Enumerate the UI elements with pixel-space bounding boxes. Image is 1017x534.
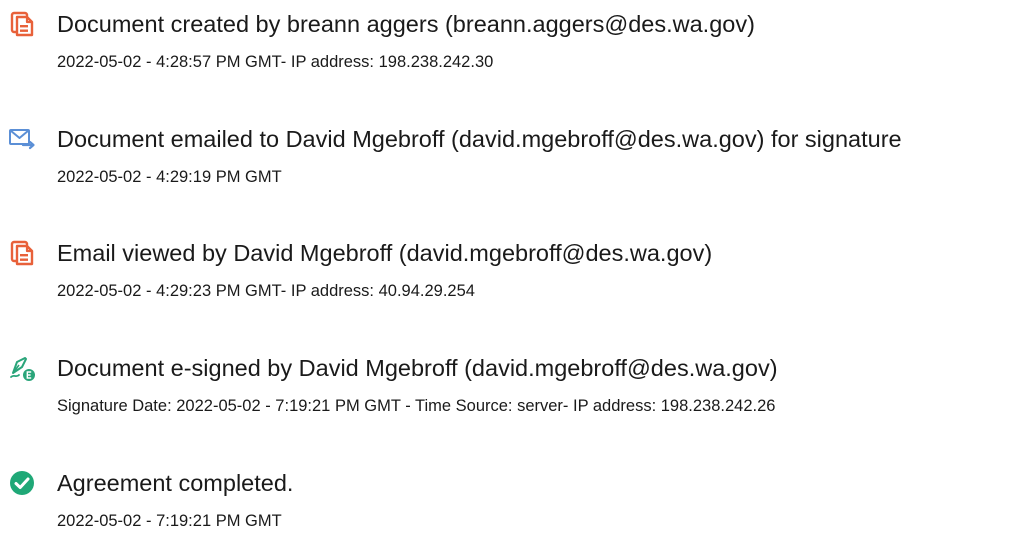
event-detail: 2022-05-02 - 4:28:57 PM GMT- IP address:…	[57, 53, 494, 71]
e-sign-pen-icon	[8, 354, 36, 382]
checkmark-circle-icon	[8, 469, 36, 497]
email-sent-icon	[8, 125, 36, 153]
event-detail: Signature Date: 2022-05-02 - 7:19:21 PM …	[57, 397, 776, 415]
event-title: Document e-signed by David Mgebroff (dav…	[57, 355, 778, 381]
event-detail: 2022-05-02 - 7:19:21 PM GMT	[57, 512, 282, 530]
event-title: Email viewed by David Mgebroff (david.mg…	[57, 240, 713, 266]
event-title: Document emailed to David Mgebroff (davi…	[57, 126, 902, 152]
event-detail: 2022-05-02 - 4:29:19 PM GMT	[57, 168, 282, 186]
event-detail: 2022-05-02 - 4:29:23 PM GMT- IP address:…	[57, 282, 475, 300]
email-viewed-icon	[8, 239, 36, 267]
document-created-icon	[8, 10, 36, 38]
event-title: Agreement completed.	[57, 470, 294, 496]
event-title: Document created by breann aggers (brean…	[57, 11, 755, 37]
